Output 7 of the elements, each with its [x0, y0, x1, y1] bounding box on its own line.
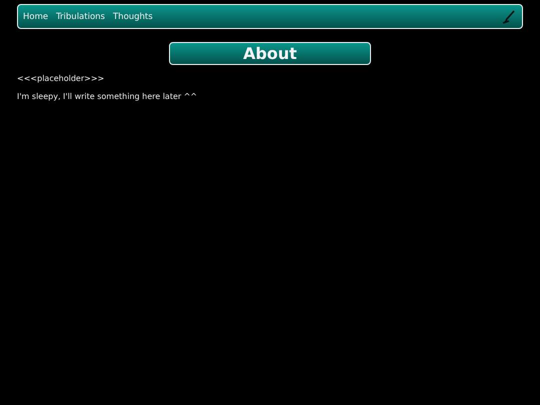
nav-link[interactable]: Home	[23, 12, 48, 22]
pen-icon[interactable]	[502, 10, 516, 24]
paragraph: <<<placeholder>>>	[17, 74, 106, 83]
nav-link[interactable]: Thoughts	[112, 12, 153, 22]
paragraph: I'm sleepy, I'll write something here later ^^	[17, 92, 198, 101]
nav-link[interactable]: Tribulations	[56, 12, 105, 22]
page-title: About	[169, 42, 371, 65]
